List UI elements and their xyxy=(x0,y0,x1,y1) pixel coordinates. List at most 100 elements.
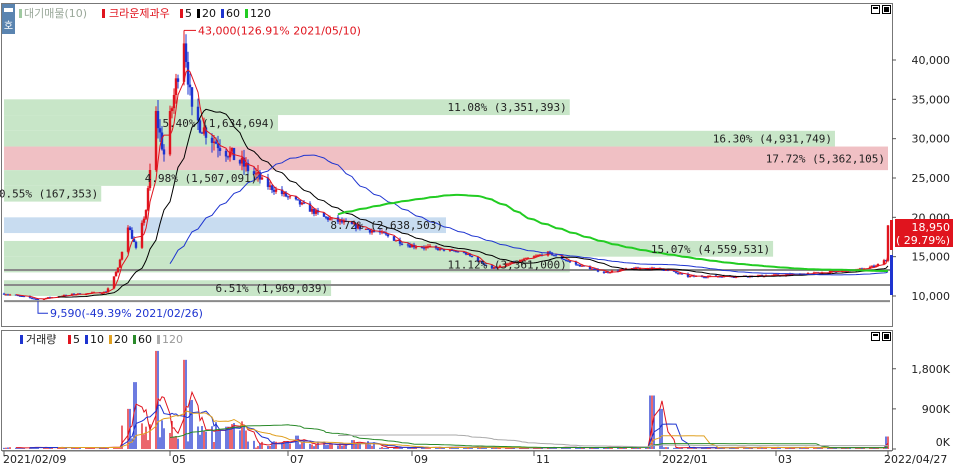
candle-body xyxy=(162,149,166,155)
candle-body xyxy=(456,251,460,253)
maximize-icon xyxy=(871,5,880,14)
ma-swatch xyxy=(109,335,112,344)
candle-body xyxy=(156,110,160,129)
side-toggle-button[interactable]: 호 xyxy=(2,4,15,34)
candle-body xyxy=(126,227,130,252)
volume-panel-maximize-button[interactable] xyxy=(871,332,880,341)
maximize-icon-bar xyxy=(873,334,878,336)
candle-body xyxy=(296,199,300,201)
maximize-icon-bar xyxy=(873,7,878,9)
supply-band-label: 16.30% (4,931,749) xyxy=(713,133,832,146)
ma-swatch xyxy=(85,335,88,344)
candle-body xyxy=(172,94,176,109)
maximize-icon xyxy=(871,332,880,341)
supply-band-label: 4.98% (1,507,091) xyxy=(145,172,258,185)
indicator-swatch xyxy=(19,9,22,18)
close-icon-fill xyxy=(884,7,889,12)
candle-body xyxy=(184,43,188,62)
candle-body xyxy=(170,108,174,112)
indicator-label: 대기매물(10) xyxy=(24,7,87,20)
price-tick-label: 15,000 xyxy=(912,251,951,264)
candle-body xyxy=(406,244,410,246)
candle-body xyxy=(400,243,404,245)
price-panel-close-button[interactable] xyxy=(882,5,891,14)
high-annotation: 43,000(126.91% 2021/05/10) xyxy=(183,24,361,39)
chart-label: 크라운제과우 xyxy=(109,7,170,20)
ma-label: 20 xyxy=(202,7,216,20)
high-annotation-text: 43,000(126.91% 2021/05/10) xyxy=(198,24,361,37)
candle-body xyxy=(190,87,194,107)
ma-swatch xyxy=(68,335,71,344)
supply-band-label: 8.72% (2,638,503) xyxy=(330,219,443,232)
supply-band-label: 6.51% (1,969,039) xyxy=(215,282,328,295)
candle-body xyxy=(114,272,118,277)
price-legend: 대기매물(10) 크라운제과우 5 20 60 120 xyxy=(19,7,271,20)
candle-body xyxy=(158,128,162,133)
volume-title: 거래량 xyxy=(26,333,56,346)
side-toggle-label: 호 xyxy=(4,20,13,32)
volume-swatch xyxy=(20,335,23,344)
candle-body xyxy=(188,84,192,88)
ma-label: 10 xyxy=(90,333,104,346)
x-tick-label: 2022/04/27 xyxy=(884,453,947,465)
current-price-badge: 18,950 ( 29.79%) xyxy=(895,219,953,247)
candle-body xyxy=(224,150,228,157)
candle-body xyxy=(142,218,146,223)
volume-panel-close-button[interactable] xyxy=(882,332,891,341)
supply-band xyxy=(4,130,835,147)
candle-body xyxy=(392,236,396,241)
candle-body xyxy=(130,230,134,239)
ma-swatch xyxy=(221,9,224,18)
ma-label: 120 xyxy=(162,333,183,346)
ma-swatch xyxy=(133,335,136,344)
ma-swatch xyxy=(180,9,183,18)
close-icon-fill xyxy=(884,334,889,339)
x-tick-label: 03 xyxy=(778,453,792,465)
candle-body xyxy=(270,185,274,191)
x-tick-label: 07 xyxy=(290,453,304,465)
stock-chart-window: 11.08% (3,351,393) 5.40% (1,634,694) 16.30… xyxy=(0,0,956,466)
current-bar-marker-red xyxy=(890,220,893,250)
candle-body xyxy=(674,271,678,273)
volume-tick-label: 1,800K xyxy=(911,363,950,376)
candle-body xyxy=(8,294,12,296)
ma-swatch xyxy=(245,9,248,18)
candle-body xyxy=(704,277,708,279)
volume-panel-frame xyxy=(1,330,893,451)
low-annotation-text: 9,590(-49.39% 2021/02/26) xyxy=(50,307,203,320)
candle-body xyxy=(214,141,218,144)
candle-body xyxy=(176,78,180,82)
price-tick-label: 30,000 xyxy=(912,133,951,146)
ma-label: 5 xyxy=(73,333,80,346)
ma-swatch xyxy=(157,335,160,344)
price-y-axis: 10,00015,00020,00025,00030,00035,00040,0… xyxy=(892,54,950,303)
supply-band-label: 15.07% (4,559,531) xyxy=(651,243,770,256)
candle-body xyxy=(134,242,138,248)
candle-body xyxy=(470,255,474,258)
candle-body xyxy=(260,177,264,180)
volume-tick-label: 900K xyxy=(922,403,951,416)
candle-body xyxy=(386,234,390,237)
candle-body xyxy=(116,267,120,273)
ma-label: 5 xyxy=(185,7,192,20)
current-price-value: 18,950 xyxy=(912,221,951,234)
candle-body xyxy=(548,251,552,253)
supply-band xyxy=(4,146,888,171)
price-tick-label: 40,000 xyxy=(912,54,951,67)
candle-body xyxy=(36,299,40,301)
candle-body xyxy=(118,259,122,268)
ma-label: 60 xyxy=(138,333,152,346)
chart-swatch xyxy=(102,9,105,18)
candle-body xyxy=(218,148,222,151)
candle-body xyxy=(144,210,148,219)
price-panel-maximize-button[interactable] xyxy=(871,5,880,14)
candle-body xyxy=(100,293,104,295)
price-tick-label: 25,000 xyxy=(912,172,951,185)
x-tick-label: 05 xyxy=(172,453,186,465)
x-tick-label: 2021/02/09 xyxy=(3,453,66,465)
side-toggle-line xyxy=(4,8,13,12)
volume-tick-label: 0K xyxy=(936,436,951,449)
supply-band-label: 11.08% (3,351,393) xyxy=(448,101,567,114)
stock-chart-svg: 11.08% (3,351,393) 5.40% (1,634,694) 16.30… xyxy=(0,3,953,466)
x-tick-label: 11 xyxy=(536,453,550,465)
